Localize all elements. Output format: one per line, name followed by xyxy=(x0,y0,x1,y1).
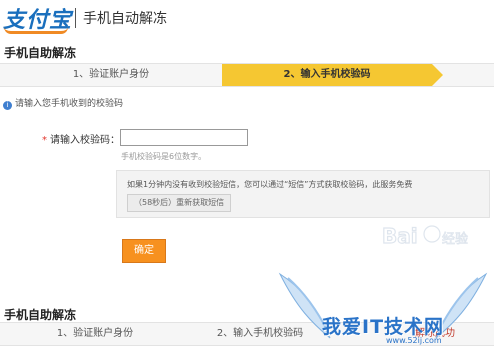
header-divider xyxy=(75,8,76,28)
info-icon: i xyxy=(3,101,12,110)
logo-swoosh xyxy=(4,27,68,34)
step-bar: 1、验证账户身份 2、输入手机校验码 xyxy=(0,63,494,87)
svg-text:Bai: Bai xyxy=(382,224,418,248)
code-field-label: * 请输入校验码： xyxy=(42,131,120,146)
hint-text: 请输入您手机收到的校验码 xyxy=(15,99,124,109)
required-mark: * xyxy=(42,135,47,146)
section-title: 手机自助解冻 xyxy=(4,46,77,60)
header-title: 手机自动解冻 xyxy=(83,11,167,27)
watermark-title: 我爱IT技术网 xyxy=(322,316,445,338)
baidu-watermark-graphic: Bai 经验 xyxy=(381,223,468,248)
site-watermark: 我爱IT技术网 www.52ij.com xyxy=(272,268,494,355)
baidu-watermark: Bai 经验 xyxy=(380,215,480,255)
code-label-text: 请输入校验码： xyxy=(50,135,120,146)
page-header: 支付宝 手机自动解冻 xyxy=(0,0,494,36)
sms-note-text: 如果1分钟内没有收到校验短信，您可以通过“短信”方式获取校验码，此服务免费 xyxy=(127,180,413,189)
hint-row: i 请输入您手机收到的校验码 xyxy=(3,96,123,110)
confirm-button[interactable]: 确定 xyxy=(122,239,166,263)
step-verify-identity: 1、验证账户身份 xyxy=(72,69,150,80)
section-title-2: 手机自助解冻 xyxy=(4,308,77,322)
svg-text:经验: 经验 xyxy=(442,231,468,247)
watermark-url: www.52ij.com xyxy=(386,336,442,345)
step-enter-code-active: 2、输入手机校验码 xyxy=(222,64,432,86)
code-field-tip: 手机校验码是6位数字。 xyxy=(121,152,207,161)
resend-sms-button[interactable]: （58秒后）重新获取短信 xyxy=(127,194,232,212)
step-arrow xyxy=(432,64,443,86)
step2-verify-identity: 1、验证账户身份 xyxy=(56,328,134,339)
verification-code-input[interactable] xyxy=(120,129,248,146)
sms-note-box: 如果1分钟内没有收到校验短信，您可以通过“短信”方式获取校验码，此服务免费 （5… xyxy=(116,170,490,218)
